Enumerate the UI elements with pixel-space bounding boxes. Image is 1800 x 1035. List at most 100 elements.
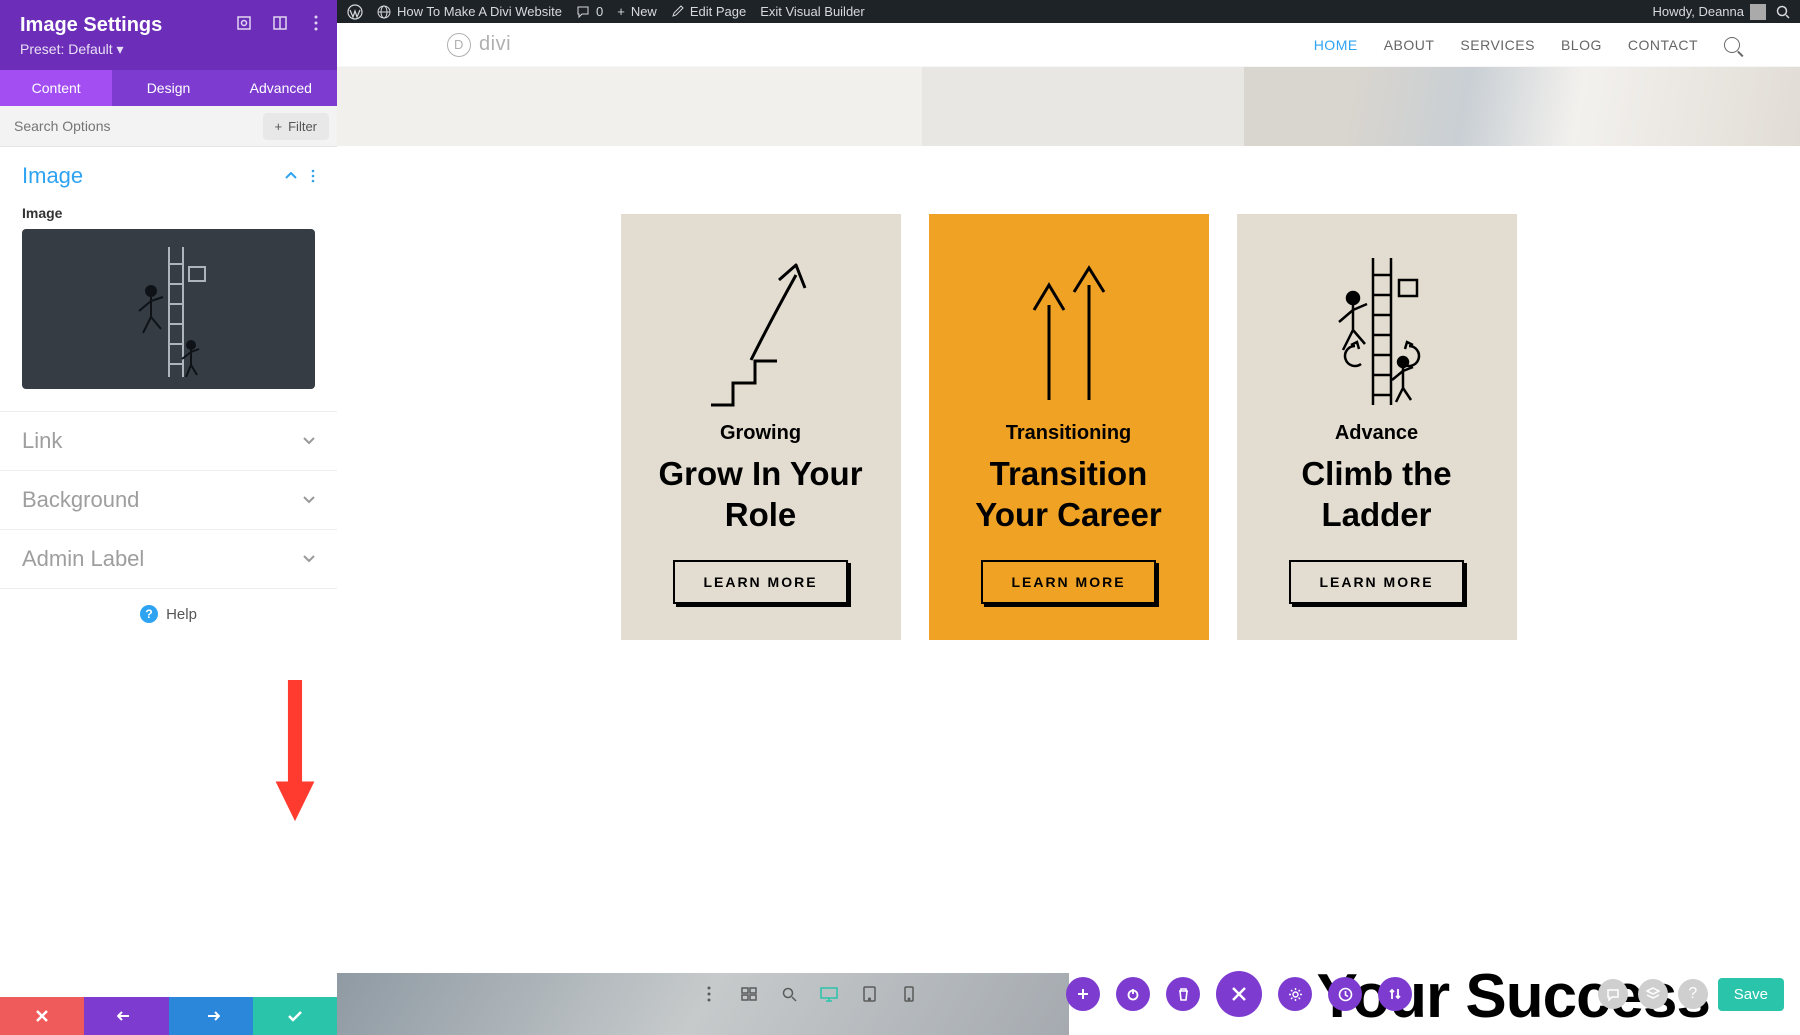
zoom-icon[interactable] [774,979,804,1009]
wp-comments[interactable]: 0 [576,4,603,19]
section-image-icons [285,169,315,183]
ladder-icon [1317,250,1437,410]
wp-howdy[interactable]: Howdy, Deanna [1652,4,1766,20]
learn-more-button[interactable]: LEARN MORE [673,560,847,604]
learn-more-button[interactable]: LEARN MORE [981,560,1155,604]
wp-new[interactable]: +New [617,4,657,19]
help-label: Help [166,606,197,623]
nav-search-icon[interactable] [1724,37,1740,53]
wp-admin-bar: How To Make A Divi Website 0 +New Edit P… [337,0,1800,23]
hero-image-strip [337,67,1800,146]
undo-button[interactable] [84,997,168,1035]
section-background-header[interactable]: Background [0,471,337,529]
wireframe-icon[interactable] [734,979,764,1009]
chevron-down-icon [303,496,315,504]
section-admin-label: Admin Label [0,530,337,589]
search-row: + Filter [0,106,337,147]
expand-icon[interactable] [271,14,289,32]
trash-button[interactable] [1166,977,1200,1011]
toolbar-right: ? Save [1598,978,1784,1011]
toolbar-center [1066,971,1412,1017]
sidebar-tabs: Content Design Advanced [0,70,337,106]
card-transitioning[interactable]: Transitioning Transition Your Career LEA… [929,214,1209,640]
site-nav: HOME ABOUT SERVICES BLOG CONTACT [1314,37,1740,53]
section-admin-label-title: Admin Label [22,546,144,572]
filter-label: Filter [288,119,317,134]
chevron-down-icon [303,437,315,445]
close-menu-button[interactable] [1216,971,1262,1017]
more-icon[interactable] [307,14,325,32]
phone-icon[interactable] [894,979,924,1009]
section-background: Background [0,471,337,530]
help-row[interactable]: ? Help [0,589,337,639]
card-growing[interactable]: Growing Grow In Your Role LEARN MORE [621,214,901,640]
wp-site-link[interactable]: How To Make A Divi Website [377,4,562,19]
learn-more-button[interactable]: LEARN MORE [1289,560,1463,604]
wp-logo-icon[interactable] [347,4,363,20]
search-input[interactable] [0,106,255,146]
tab-design[interactable]: Design [112,70,224,106]
confirm-button[interactable] [253,997,337,1035]
nav-contact[interactable]: CONTACT [1628,37,1698,53]
sidebar-body: Image Image [0,147,337,997]
nav-services[interactable]: SERVICES [1460,37,1535,53]
cancel-button[interactable] [0,997,84,1035]
wp-edit-page[interactable]: Edit Page [671,4,746,19]
builder-toolbar: ? Save [694,975,1784,1013]
section-image-body: Image [0,205,337,411]
arrows-up-icon [1009,250,1129,410]
nav-blog[interactable]: BLOG [1561,37,1602,53]
section-image-header[interactable]: Image [0,147,337,205]
desktop-icon[interactable] [814,979,844,1009]
help-icon: ? [140,605,158,623]
chat-icon[interactable] [1598,979,1628,1009]
sidebar-footer [0,997,337,1035]
section-admin-label-header[interactable]: Admin Label [0,530,337,588]
section-background-title: Background [22,487,139,513]
card-sub: Growing [720,422,801,445]
section-link-title: Link [22,428,62,454]
layers-icon[interactable] [1638,979,1668,1009]
menu-icon[interactable] [694,979,724,1009]
chevron-down-icon [303,555,315,563]
preset-selector[interactable]: Preset: Default ▾ [20,41,317,58]
history-button[interactable] [1328,977,1362,1011]
wp-bar-left: How To Make A Divi Website 0 +New Edit P… [347,4,1638,20]
wp-search-icon[interactable] [1776,5,1790,19]
help-circle-icon[interactable]: ? [1678,979,1708,1009]
growth-icon [701,250,821,410]
main-canvas: How To Make A Divi Website 0 +New Edit P… [337,0,1800,1035]
add-button[interactable] [1066,977,1100,1011]
nav-about[interactable]: ABOUT [1384,37,1435,53]
card-title: Transition Your Career [953,453,1185,536]
settings-button[interactable] [1278,977,1312,1011]
tab-content[interactable]: Content [0,70,112,106]
save-button[interactable]: Save [1718,978,1784,1011]
site-logo[interactable]: D divi [447,33,511,57]
image-label: Image [22,205,315,221]
section-link-header[interactable]: Link [0,412,337,470]
section-link: Link [0,412,337,471]
section-image-title: Image [22,163,83,189]
sort-button[interactable] [1378,977,1412,1011]
nav-home[interactable]: HOME [1314,37,1358,53]
tablet-icon[interactable] [854,979,884,1009]
toolbar-left [694,979,924,1009]
wp-exit-builder[interactable]: Exit Visual Builder [760,4,865,19]
settings-sidebar: Image Settings Preset: Default ▾ Content… [0,0,337,1035]
power-button[interactable] [1116,977,1150,1011]
dots-icon[interactable] [311,169,315,183]
section-image: Image Image [0,147,337,412]
tab-advanced[interactable]: Advanced [225,70,337,106]
responsive-icon[interactable] [235,14,253,32]
chevron-up-icon[interactable] [285,172,297,180]
image-thumbnail[interactable] [22,229,315,389]
filter-button[interactable]: + Filter [263,113,329,140]
cards-row: Growing Grow In Your Role LEARN MORE Tra… [337,146,1800,740]
avatar [1750,4,1766,20]
plus-icon: + [275,119,283,134]
card-advance[interactable]: Advance Climb the Ladder LEARN MORE [1237,214,1517,640]
wp-bar-right: Howdy, Deanna [1652,4,1790,20]
plus-icon: + [617,4,625,19]
redo-button[interactable] [169,997,253,1035]
